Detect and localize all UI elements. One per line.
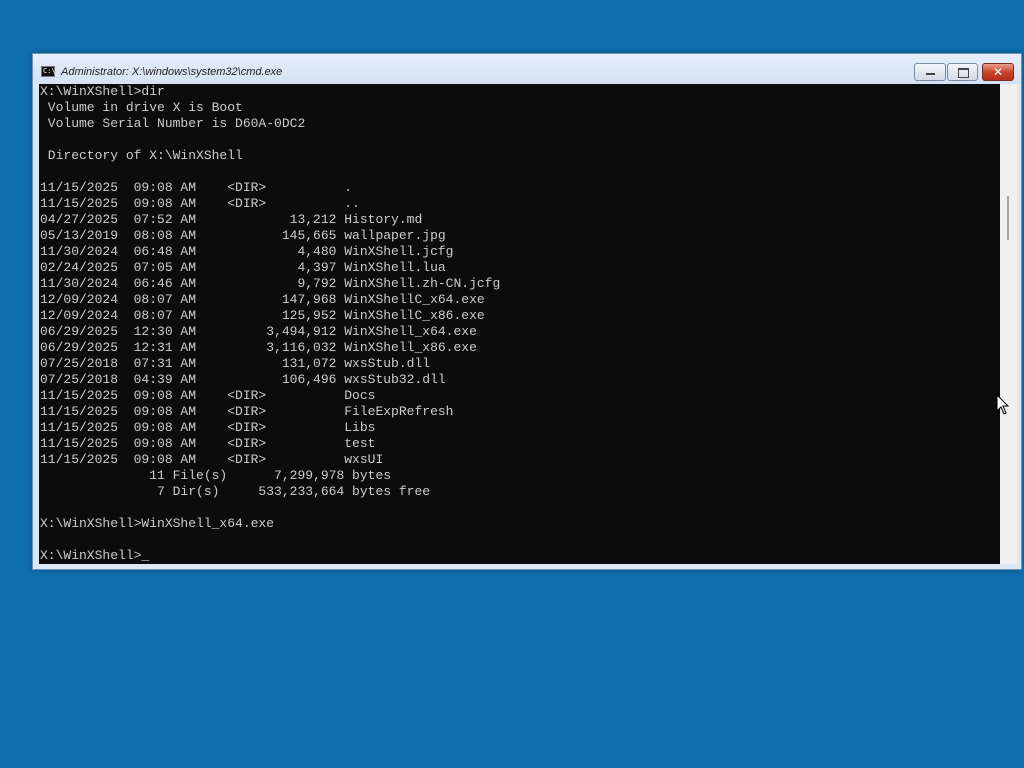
console-icon[interactable]: C:\ bbox=[41, 66, 56, 77]
console-output[interactable]: X:\WinXShell>dir Volume in drive X is Bo… bbox=[39, 84, 1000, 564]
console-line: 11/30/2024 06:48 AM 4,480 WinXShell.jcfg bbox=[40, 244, 454, 259]
console-line: X:\WinXShell>WinXShell_x64.exe bbox=[40, 516, 275, 531]
console-line: 02/24/2025 07:05 AM 4,397 WinXShell.lua bbox=[40, 260, 446, 275]
minimize-button[interactable] bbox=[914, 63, 946, 81]
console-text[interactable]: X:\WinXShell>dir Volume in drive X is Bo… bbox=[39, 84, 1000, 564]
console-line: 06/29/2025 12:30 AM 3,494,912 WinXShell_… bbox=[40, 324, 477, 339]
console-line: 7 Dir(s) 533,233,664 bytes free bbox=[40, 484, 431, 499]
vertical-scrollbar[interactable] bbox=[1000, 84, 1017, 564]
console-line: 11/15/2025 09:08 AM <DIR> wxsUI bbox=[40, 452, 384, 467]
console-line: 11 File(s) 7,299,978 bytes bbox=[40, 468, 392, 483]
console-line: 06/29/2025 12:31 AM 3,116,032 WinXShell_… bbox=[40, 340, 477, 355]
console-line: 07/25/2018 04:39 AM 106,496 wxsStub32.dl… bbox=[40, 372, 446, 387]
console-line: 11/30/2024 06:46 AM 9,792 WinXShell.zh-C… bbox=[40, 276, 501, 291]
command-prompt[interactable]: X:\WinXShell> bbox=[40, 548, 141, 563]
console-line: 11/15/2025 09:08 AM <DIR> Docs bbox=[40, 388, 376, 403]
console-line: 11/15/2025 09:08 AM <DIR> .. bbox=[40, 196, 360, 211]
console-line: 11/15/2025 09:08 AM <DIR> Libs bbox=[40, 420, 376, 435]
console-line: 11/15/2025 09:08 AM <DIR> test bbox=[40, 436, 376, 451]
console-line: Volume in drive X is Boot bbox=[40, 100, 243, 115]
minimize-icon bbox=[926, 73, 935, 75]
mouse-pointer-icon bbox=[996, 394, 1010, 415]
console-line: 11/15/2025 09:08 AM <DIR> FileExpRefresh bbox=[40, 404, 454, 419]
console-line: 04/27/2025 07:52 AM 13,212 History.md bbox=[40, 212, 423, 227]
close-icon: ✕ bbox=[992, 65, 1004, 79]
console-line: 05/13/2019 08:08 AM 145,665 wallpaper.jp… bbox=[40, 228, 446, 243]
console-line: 12/09/2024 08:07 AM 125,952 WinXShellC_x… bbox=[40, 308, 485, 323]
console-line: Directory of X:\WinXShell bbox=[40, 148, 243, 163]
text-cursor: _ bbox=[141, 548, 150, 563]
title-bar[interactable]: C:\ Administrator: X:\windows\system32\c… bbox=[33, 54, 1021, 84]
console-line: X:\WinXShell>dir bbox=[40, 84, 165, 99]
scrollbar-thumb[interactable] bbox=[1007, 196, 1009, 240]
console-line: Volume Serial Number is D60A-0DC2 bbox=[40, 116, 306, 131]
maximize-button[interactable] bbox=[947, 63, 978, 81]
window-title: Administrator: X:\windows\system32\cmd.e… bbox=[61, 66, 283, 78]
cmd-window[interactable]: C:\ Administrator: X:\windows\system32\c… bbox=[32, 53, 1022, 570]
console-line: 11/15/2025 09:08 AM <DIR> . bbox=[40, 180, 353, 195]
maximize-icon bbox=[958, 68, 969, 78]
console-line: 12/09/2024 08:07 AM 147,968 WinXShellC_x… bbox=[40, 292, 485, 307]
console-line: 07/25/2018 07:31 AM 131,072 wxsStub.dll bbox=[40, 356, 431, 371]
close-button[interactable]: ✕ bbox=[982, 63, 1014, 81]
